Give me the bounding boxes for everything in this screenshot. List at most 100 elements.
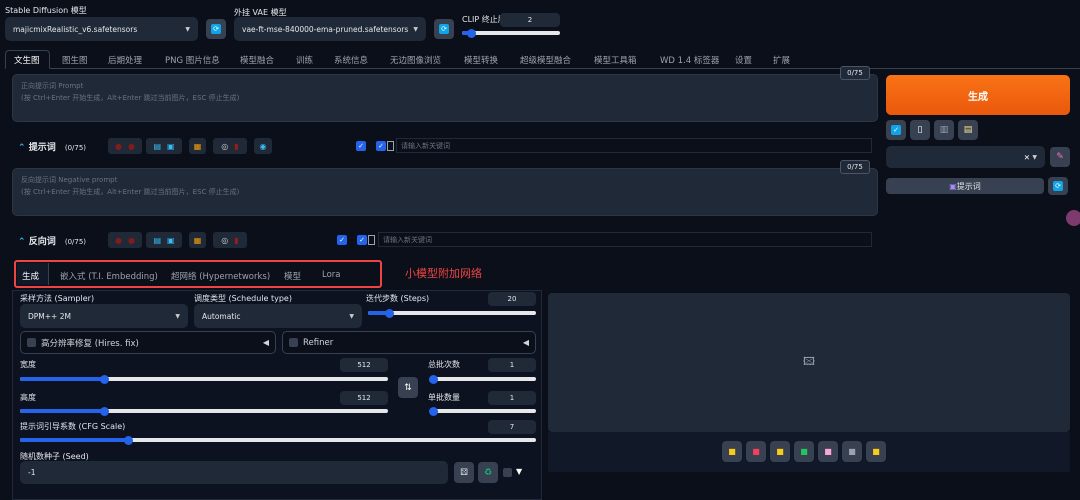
extra-seed-triangle-icon[interactable]: ▼	[516, 467, 522, 476]
batch-count-input[interactable]: 1	[488, 358, 536, 372]
subtab-4[interactable]: Lora	[322, 270, 341, 280]
height-slider[interactable]	[20, 406, 388, 416]
subtab-0[interactable]: 生成	[22, 270, 39, 282]
clear-style-button[interactable]: ▥	[934, 120, 954, 140]
clip-value-input[interactable]: 2	[500, 13, 560, 27]
tab-6[interactable]: 系统信息	[334, 54, 368, 66]
random-seed-button[interactable]: ⚄	[454, 462, 474, 483]
prompt-ai-button[interactable]: ▦	[189, 138, 206, 154]
reuse-seed-button[interactable]: ♻	[478, 462, 498, 483]
prompt-helper-button[interactable]: ▣ 提示词	[886, 178, 1044, 194]
clip-slider[interactable]	[462, 28, 560, 38]
chevron-down-icon: ▼	[185, 25, 190, 33]
batch-size-input[interactable]: 1	[488, 391, 536, 405]
copy-button[interactable]: ▯	[910, 120, 930, 140]
prompt-settings-button[interactable]: ◉	[254, 138, 272, 154]
send-to-img2img-button[interactable]: ■	[794, 441, 814, 462]
tab-8[interactable]: 模型转换	[464, 54, 498, 66]
sparkle-button[interactable]: ■	[866, 441, 886, 462]
tab-1[interactable]: 图生图	[62, 54, 88, 66]
edit-style-button[interactable]: ✎	[1050, 147, 1070, 167]
zip-icon: ■	[776, 447, 784, 456]
negative-checkbox-2[interactable]: ✓	[357, 235, 367, 245]
tab-9[interactable]: 超级模型融合	[520, 54, 571, 66]
swap-icon: ⇅	[404, 382, 412, 393]
refresh-vae-button[interactable]: ⟳	[434, 19, 454, 39]
schedule-dropdown[interactable]: Automatic ▼	[194, 304, 362, 328]
batch-size-slider[interactable]	[428, 406, 536, 416]
save-button[interactable]: ■	[746, 441, 766, 462]
paste-button[interactable]: ▤	[958, 120, 978, 140]
width-slider[interactable]	[20, 374, 388, 384]
annotation-text: 小模型附加网络	[405, 267, 482, 280]
send-to-extras-button[interactable]: ■	[842, 441, 862, 462]
tab-3[interactable]: PNG 图片信息	[165, 54, 220, 66]
tab-13[interactable]: 扩展	[773, 54, 790, 66]
seed-input[interactable]: -1	[20, 461, 448, 484]
refresh-sd-button[interactable]: ⟳	[206, 19, 226, 39]
zip-button[interactable]: ■	[770, 441, 790, 462]
prompt-section-toggle[interactable]: ⌃ 提示词 (0/75)	[18, 140, 86, 153]
apply-style-button[interactable]: ✓	[886, 120, 906, 140]
refiner-accordion[interactable]: Refiner ◀	[282, 331, 536, 354]
style-dropdown[interactable]: ✕ ▼	[886, 146, 1045, 168]
prompt-checkbox-1[interactable]: ✓	[356, 141, 366, 151]
vae-dropdown[interactable]: vae-ft-mse-840000-ema-pruned.safetensors…	[234, 17, 426, 41]
prompt-tool-group-2[interactable]: ▤ ▣	[146, 138, 182, 154]
subtab-1[interactable]: 嵌入式 (T.I. Embedding)	[60, 270, 158, 282]
tab-11[interactable]: WD 1.4 标签器	[660, 54, 719, 66]
negative-ai-button[interactable]: ▦	[189, 232, 206, 248]
prompt-checkbox-2[interactable]: ✓	[376, 141, 386, 151]
subtab-3[interactable]: 模型	[284, 270, 301, 282]
sampler-dropdown[interactable]: DPM++ 2M ▼	[20, 304, 188, 328]
steps-slider[interactable]	[368, 308, 536, 318]
hires-checkbox[interactable]	[27, 338, 36, 347]
open-folder-button[interactable]: ■	[722, 441, 742, 462]
extra-seed-checkbox[interactable]	[503, 468, 512, 477]
prompt-textarea[interactable]: 正向提示词 Prompt (按 Ctrl+Enter 开始生成，Alt+Enter…	[12, 74, 878, 122]
send-to-inpaint-button[interactable]: ■	[818, 441, 838, 462]
negative-prompt-textarea[interactable]: 反向提示词 Negative prompt (按 Ctrl+Enter 开始生成，…	[12, 168, 878, 216]
cfg-input[interactable]: 7	[488, 420, 536, 434]
negative-checkbox-1[interactable]: ✓	[337, 235, 347, 245]
negative-count: (0/75)	[64, 238, 87, 246]
hires-label: 高分辨率修复 (Hires. fix)	[41, 338, 139, 349]
tab-0[interactable]: 文生图	[14, 54, 40, 66]
negative-section-toggle[interactable]: ⌃ 反向词 (0/75)	[18, 234, 86, 247]
tab-12[interactable]: 设置	[735, 54, 752, 66]
pencil-icon: ✎	[1056, 152, 1064, 162]
negative-tool-group-2[interactable]: ▤ ▣	[146, 232, 182, 248]
swap-dimensions-button[interactable]: ⇅	[398, 377, 418, 398]
floating-assistant-icon[interactable]	[1066, 210, 1080, 226]
prompt-keyword-input[interactable]: 请输入新关键词	[396, 138, 872, 153]
negative-keyword-input[interactable]: 请输入新关键词	[378, 232, 872, 247]
tab-2[interactable]: 后期处理	[108, 54, 142, 66]
generate-button[interactable]: 生成	[886, 75, 1070, 115]
sd-model-value: majicmixRealistic_v6.safetensors	[13, 24, 138, 34]
batch-count-slider[interactable]	[428, 374, 536, 384]
refiner-checkbox[interactable]	[289, 338, 298, 347]
width-input[interactable]: 512	[340, 358, 388, 372]
prompt-tool-group-1[interactable]: ● ●	[108, 138, 142, 154]
sampler-label: 采样方法 (Sampler)	[20, 294, 95, 303]
seed-value: -1	[28, 468, 36, 477]
tab-7[interactable]: 无边图像浏览	[390, 54, 441, 66]
clipboard-icon: ▯	[917, 125, 923, 135]
subtab-2[interactable]: 超网络 (Hypernetworks)	[171, 270, 270, 282]
check-icon: ✓	[891, 125, 901, 135]
refresh-prompt-button[interactable]: ⟳	[1048, 177, 1068, 195]
stop-icon: ●	[128, 141, 135, 151]
steps-input[interactable]: 20	[488, 292, 536, 306]
prompt-tool-group-3[interactable]: ◎ ▮	[213, 138, 247, 154]
clear-x-icon[interactable]: ✕	[1024, 153, 1030, 162]
sd-model-dropdown[interactable]: majicmixRealistic_v6.safetensors ▼	[5, 17, 198, 41]
cfg-slider[interactable]	[20, 435, 536, 445]
negative-tool-group-1[interactable]: ● ●	[108, 232, 142, 248]
trash-icon: ▮	[234, 235, 239, 245]
negative-tool-group-3[interactable]: ◎ ▮	[213, 232, 247, 248]
tab-5[interactable]: 训练	[296, 54, 313, 66]
tab-10[interactable]: 模型工具箱	[594, 54, 637, 66]
tab-4[interactable]: 模型融合	[240, 54, 274, 66]
height-input[interactable]: 512	[340, 391, 388, 405]
hires-fix-accordion[interactable]: 高分辨率修复 (Hires. fix) ◀	[20, 331, 276, 354]
